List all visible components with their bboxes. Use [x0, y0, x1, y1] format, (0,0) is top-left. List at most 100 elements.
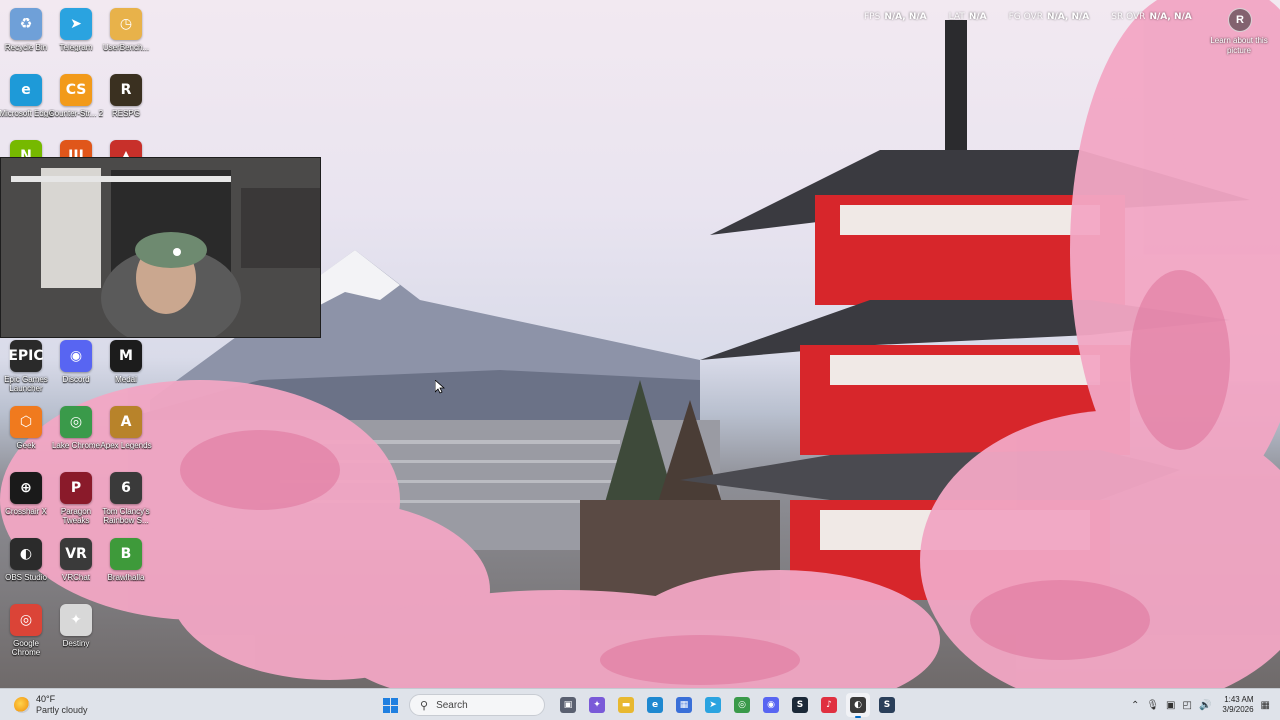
taskbar-app-button[interactable]: ▬	[614, 693, 638, 717]
desktop-icon-label: Tom Clancy's Rainbow S...	[102, 507, 150, 525]
taskbar-app-button[interactable]: e	[643, 693, 667, 717]
search-icon: ⚲	[420, 699, 429, 712]
taskbar-app-button[interactable]: ✦	[585, 693, 609, 717]
desktop-icon[interactable]: ♻ Recycle Bin	[0, 8, 52, 70]
taskbar-app-button[interactable]: ◎	[730, 693, 754, 717]
music-app-icon: ♪	[821, 697, 837, 713]
desktop-icon[interactable]: CS Counter-Str... 2	[49, 74, 103, 136]
network-icon[interactable]: ◰	[1183, 700, 1192, 711]
desktop-icon-label: Google Chrome	[11, 639, 41, 657]
pinned-apps: ▣ ✦ ▬ e ▦ ➤ ◎ ◉ S ♪ ◐ S	[556, 693, 899, 717]
desktop-icon[interactable]: ➤ Telegram	[50, 8, 102, 70]
desktop-icon[interactable]: e Microsoft Edge	[0, 74, 53, 136]
webcam-overlay	[0, 157, 321, 338]
desktop-icon-area: ♻ Recycle Bin ➤ Telegram ◷ UserBench... e Micro…	[0, 0, 160, 688]
overlay-stat-value: N/A, N/A	[884, 12, 927, 22]
overlay-stat-key: FPS	[864, 12, 881, 22]
taskbar-app-button[interactable]: ▣	[556, 693, 580, 717]
desktop-icon[interactable]: EPIC Epic Games Launcher	[0, 340, 52, 402]
geek-icon: ⬡	[10, 406, 42, 438]
desktop-icon-label: Destiny	[62, 639, 90, 648]
desktop-icon[interactable]: ◎ Lake Chrome	[50, 406, 102, 468]
chrome-icon: ◎	[60, 406, 92, 438]
notification-bell-icon[interactable]: ▦	[1261, 700, 1270, 711]
overlay-stat: LAT N/A	[949, 12, 987, 26]
learn-about-picture-link[interactable]: Learn about this picture	[1208, 36, 1270, 56]
microsoft-store-icon: ▦	[676, 697, 692, 713]
weather-widget[interactable]: 40°F Partly cloudy	[14, 693, 88, 717]
obs-icon: ◐	[10, 538, 42, 570]
google-chrome-icon: ◎	[10, 604, 42, 636]
desktop-icon[interactable]: ◐ OBS Studio	[0, 538, 52, 600]
overlay-stat: SR OVR N/A, N/A	[1111, 12, 1191, 26]
taskbar-app-button[interactable]: S	[788, 693, 812, 717]
paragon-icon: P	[60, 472, 92, 504]
desktop-icon[interactable]: ✦ Destiny	[50, 604, 102, 666]
desktop-icon-label: RESPG	[111, 109, 140, 118]
respg-icon: R	[110, 74, 142, 106]
desktop-icon[interactable]: ◷ UserBench...	[100, 8, 152, 70]
desktop-icon-label: Microsoft Edge	[0, 109, 53, 118]
performance-overlay: FPS N/A, N/A LAT N/A FG OVR N/A, N/A SR OVR N/A…	[864, 12, 1192, 26]
search-placeholder: Search	[436, 699, 468, 711]
desktop-icon[interactable]: ⊕ Crosshair X	[0, 472, 52, 534]
taskbar-app-button[interactable]: ◐	[846, 693, 870, 717]
desktop-icon[interactable]: VR VRChat	[50, 538, 102, 600]
overlay-stat-value: N/A, N/A	[1046, 12, 1090, 22]
microphone-icon[interactable]: 🎙	[1146, 700, 1159, 711]
desktop-icon[interactable]: B Brawlhalla	[100, 538, 152, 600]
desktop-icon[interactable]: ◎ Google Chrome	[0, 604, 52, 666]
desktop-icon-label: Epic Games Launcher	[4, 375, 48, 393]
desktop-icon[interactable]: 6 Tom Clancy's Rainbow S...	[100, 472, 152, 534]
desktop-icon[interactable]: P Paragon Tweaks	[50, 472, 102, 534]
brawlhalla-icon: B	[110, 538, 142, 570]
counter-strike-icon: CS	[60, 74, 92, 106]
task-view-icon: ▣	[560, 697, 576, 713]
taskbar-app-button[interactable]: ♪	[817, 693, 841, 717]
overlay-stat: FG OVR N/A, N/A	[1009, 12, 1090, 26]
taskbar-search-box[interactable]: ⚲ Search	[409, 694, 545, 716]
copilot-icon: ✦	[589, 697, 605, 713]
desktop-icon-label: UserBench...	[102, 43, 150, 52]
clock[interactable]: 1:43 AM 3/9/2026	[1222, 695, 1253, 715]
chrome-icon: ◎	[734, 697, 750, 713]
taskbar: 40°F Partly cloudy ⚲ Search ▣ ✦ ▬ e ▦ ➤ ◎ ◉ S ♪ ◐ S…	[0, 688, 1280, 720]
discord-icon: ◉	[763, 697, 779, 713]
desktop-icon-label: Lake Chrome	[51, 441, 101, 450]
medal-icon: M	[110, 340, 142, 372]
system-tray: ⌃ 🎙 ▣ ◰ 🔊 1:43 AM 3/9/2026 ▦	[1131, 689, 1280, 720]
desktop-icon[interactable]: R RESPG	[100, 74, 152, 136]
start-button[interactable]	[378, 693, 402, 717]
apex-legends-icon: A	[110, 406, 142, 438]
desktop-icon[interactable]: ◉ Discord	[50, 340, 102, 402]
weather-condition: Partly cloudy	[36, 705, 88, 715]
desktop-icon-label: Crosshair X	[5, 507, 47, 516]
telegram-icon: ➤	[60, 8, 92, 40]
desktop-icon[interactable]: A Apex Legends	[100, 406, 152, 468]
discord-icon: ◉	[60, 340, 92, 372]
desktop-icon[interactable]: M Medal	[100, 340, 152, 402]
clock-date: 3/9/2026	[1222, 705, 1254, 714]
volume-icon[interactable]: 🔊	[1199, 700, 1211, 711]
crosshair-icon: ⊕	[10, 472, 42, 504]
desktop-icon-label: Discord	[62, 375, 90, 384]
taskbar-app-button[interactable]: ➤	[701, 693, 725, 717]
overlay-stat-value: N/A, N/A	[1149, 12, 1192, 22]
overlay-logo-icon: R	[1228, 8, 1252, 32]
obs-icon: ◐	[850, 697, 866, 713]
show-hidden-icons-icon[interactable]: ⌃	[1131, 700, 1139, 711]
taskbar-app-button[interactable]: ◉	[759, 693, 783, 717]
recycle-bin-icon: ♻	[10, 8, 42, 40]
file-explorer-icon: ▬	[618, 697, 634, 713]
taskbar-app-button[interactable]: ▦	[672, 693, 696, 717]
desktop-icon-label: Recycle Bin	[4, 43, 48, 52]
taskbar-app-button[interactable]: S	[875, 693, 899, 717]
desktop-wallpaper	[0, 0, 1280, 688]
epic-games-icon: EPIC	[8, 340, 44, 372]
display-icon[interactable]: ▣	[1166, 700, 1175, 711]
rainbow-six-icon: 6	[110, 472, 142, 504]
windows-logo-icon	[382, 697, 398, 713]
telegram-icon: ➤	[705, 697, 721, 713]
desktop-icon-label: Medal	[115, 375, 137, 384]
desktop-icon[interactable]: ⬡ Geek	[0, 406, 52, 468]
